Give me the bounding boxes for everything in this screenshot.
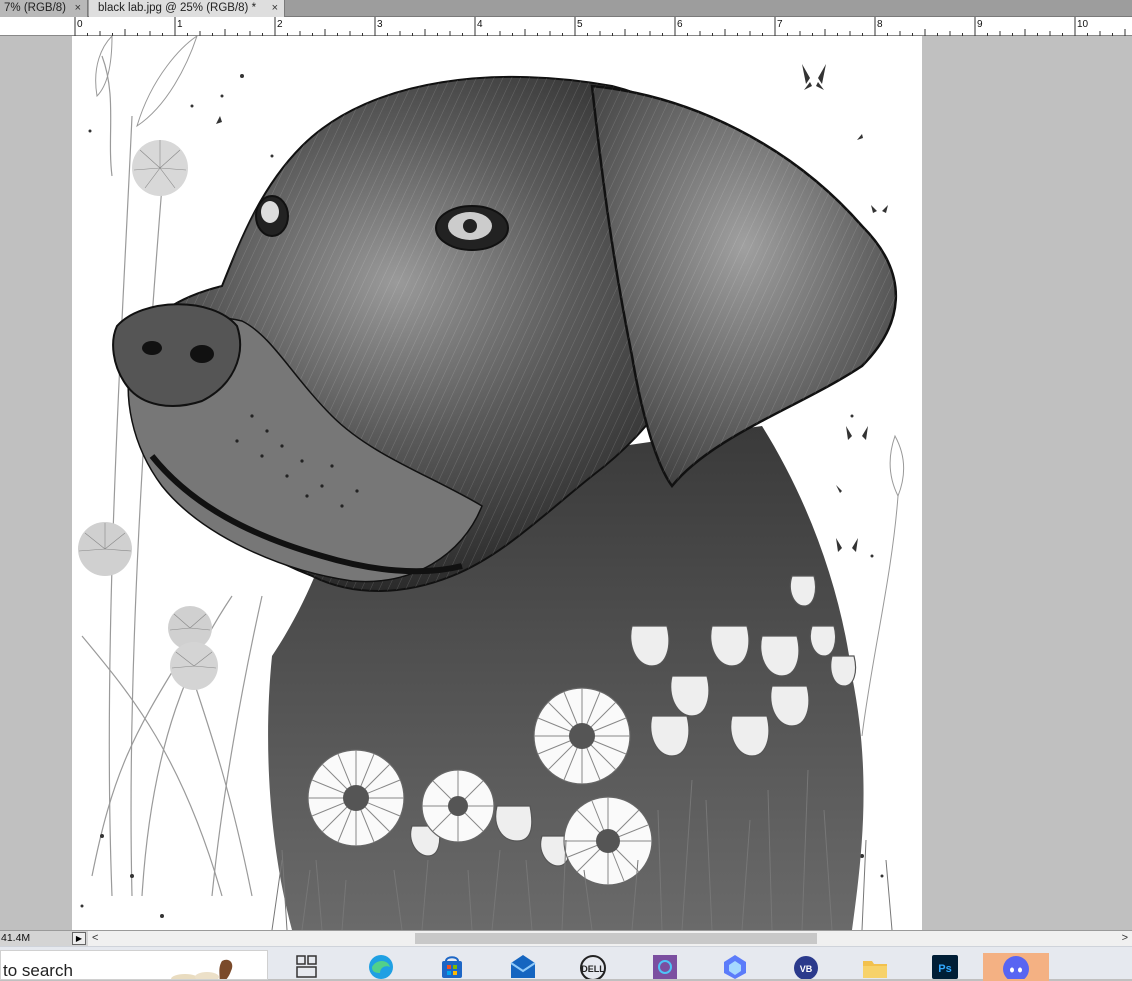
ruler-label: 5: [577, 19, 583, 30]
mail-icon[interactable]: [508, 953, 538, 981]
file-explorer-icon[interactable]: [860, 953, 890, 981]
dell-icon[interactable]: DELL: [578, 953, 608, 981]
tab-label: black lab.jpg @ 25% (RGB/8) *: [98, 2, 257, 14]
ruler-label: 0: [77, 19, 83, 30]
tab-label: 7% (RGB/8): [4, 2, 66, 14]
search-placeholder: to search: [3, 961, 73, 980]
nostril: [142, 341, 162, 355]
close-tab-icon[interactable]: ×: [272, 0, 278, 17]
tab-previous-document[interactable]: 7% (RGB/8) ×: [0, 0, 88, 17]
document-tab-bar: 7% (RGB/8) × black lab.jpg @ 25% (RGB/8)…: [0, 0, 1132, 17]
ruler-ticks: 0 1 2 3 4 5 6 7 8 9 10: [74, 17, 1126, 36]
ruler-label: 6: [677, 19, 683, 30]
document-canvas[interactable]: [72, 36, 922, 930]
svg-text:DELL: DELL: [581, 964, 605, 974]
photoshop-icon[interactable]: Ps: [930, 953, 960, 981]
dog-illustration: [78, 36, 905, 930]
ruler-label: 3: [377, 19, 383, 30]
svg-text:VB: VB: [800, 964, 813, 974]
taskbar-search-box[interactable]: to search: [0, 950, 268, 980]
ruler-label: 8: [877, 19, 883, 30]
tab-black-lab[interactable]: black lab.jpg @ 25% (RGB/8) * ×: [89, 0, 285, 17]
pupil: [463, 219, 477, 233]
ruler-label: 1: [177, 19, 183, 30]
eye-highlight: [261, 201, 279, 223]
bud: [889, 434, 905, 498]
canvas-workspace[interactable]: [0, 36, 1132, 930]
close-tab-icon[interactable]: ×: [75, 0, 81, 17]
stem: [861, 495, 899, 737]
discord-icon[interactable]: [983, 953, 1049, 981]
ruler-label: 9: [977, 19, 983, 30]
ruler-label: 4: [477, 19, 483, 30]
windows-taskbar: to search DELL VB Ps: [0, 946, 1132, 981]
status-bar: 41.4M ▶ < >: [0, 930, 1132, 946]
horizontal-ruler: 0 1 2 3 4 5 6 7 8 9 10: [0, 17, 1132, 36]
document-size-readout[interactable]: 41.4M: [0, 931, 72, 946]
ruler-label: 10: [1077, 19, 1089, 30]
ruler-label: 7: [777, 19, 783, 30]
leaf: [136, 36, 198, 128]
search-highlight-icon: [171, 959, 233, 979]
app-icon[interactable]: [650, 953, 680, 981]
scroll-right-icon[interactable]: >: [1122, 931, 1128, 946]
copilot-icon[interactable]: [720, 953, 750, 981]
svg-text:Ps: Ps: [938, 963, 951, 975]
ruler-label: 2: [277, 19, 283, 30]
horizontal-scrollbar[interactable]: < >: [88, 931, 1132, 946]
edge-icon[interactable]: [366, 953, 396, 981]
scrollbar-thumb[interactable]: [415, 933, 817, 944]
status-menu-arrow-icon[interactable]: ▶: [72, 932, 86, 945]
vpn-icon[interactable]: VB: [791, 953, 821, 981]
nostril: [190, 345, 214, 363]
task-view-icon[interactable]: [292, 953, 322, 981]
scroll-left-icon[interactable]: <: [92, 931, 98, 946]
store-icon[interactable]: [437, 953, 467, 981]
